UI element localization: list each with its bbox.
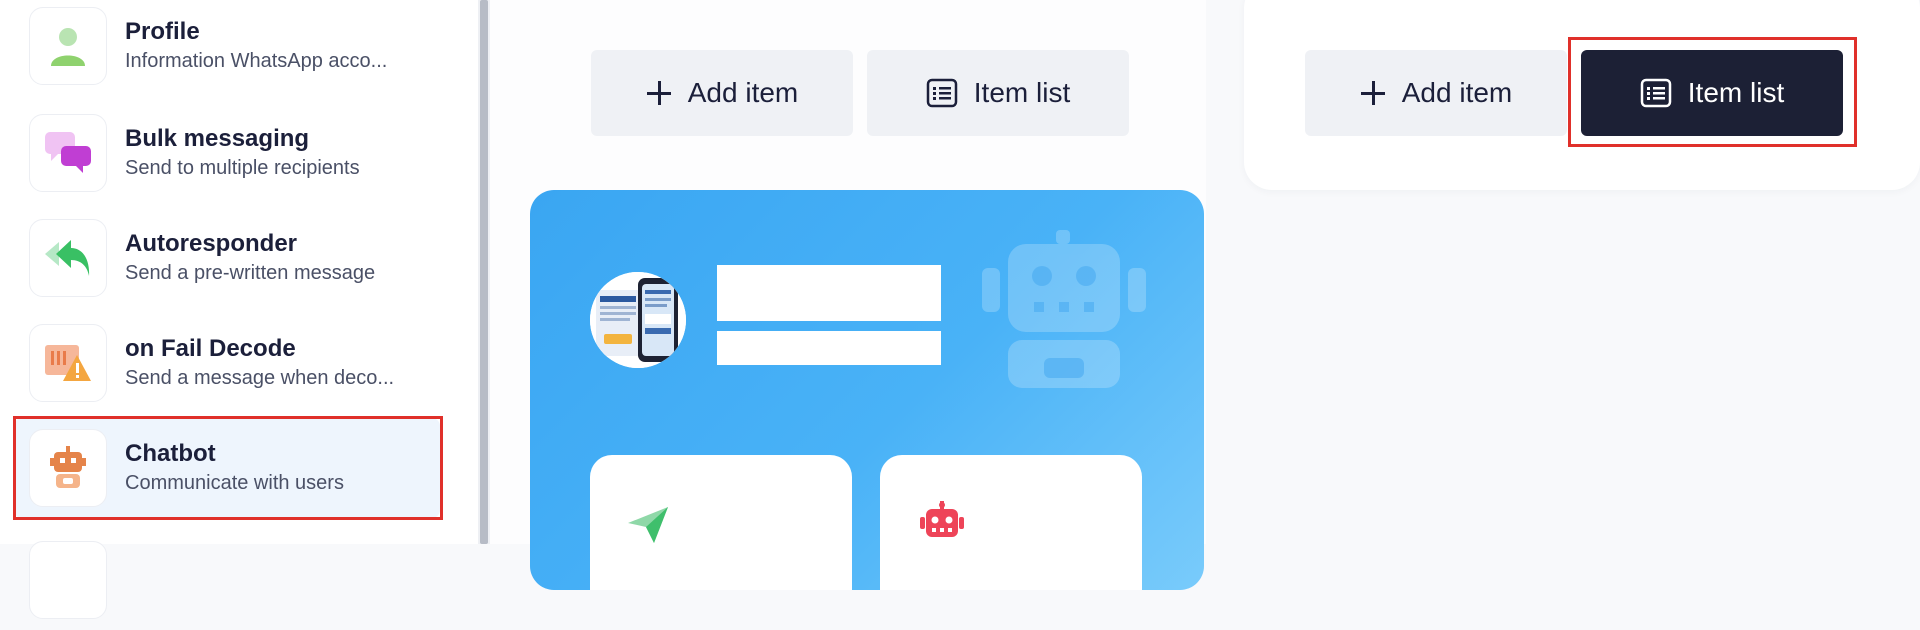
sidebar-item-bulk-messaging[interactable]: Bulk messaging Send to multiple recipien…: [14, 103, 440, 203]
reply-arrow-icon: [29, 219, 107, 297]
plus-icon: [646, 80, 672, 106]
sidebar-item-title: Chatbot: [125, 440, 216, 467]
sidebar-item-on-fail-decode[interactable]: on Fail Decode Send a message when deco.…: [14, 313, 440, 413]
sidebar-item-profile[interactable]: Profile Information WhatsApp acco...: [14, 0, 440, 96]
redacted-title-bar: [717, 265, 941, 321]
chatbot-card: [530, 190, 1204, 590]
add-item-button[interactable]: Add item: [591, 50, 853, 136]
sidebar-item-autoresponder[interactable]: Autoresponder Send a pre-written message: [14, 208, 440, 308]
sidebar-item-title: Bulk messaging: [125, 125, 310, 152]
sidebar-item-next[interactable]: [14, 530, 440, 630]
sidebar-item-subtitle: Send a pre-written message: [125, 262, 376, 284]
profile-icon: [29, 7, 107, 85]
robot-mini-card[interactable]: [880, 455, 1142, 590]
sidebar: Profile Information WhatsApp acco... Bul…: [0, 0, 479, 619]
add-item-button-right[interactable]: Add item: [1305, 50, 1567, 136]
menu-item-icon: [29, 541, 107, 619]
warning-icon: [29, 324, 107, 402]
redacted-subtitle-bar: [717, 331, 941, 365]
plus-icon: [1360, 80, 1386, 106]
item-list-label: Item list: [973, 77, 1071, 108]
sidebar-item-title: Autoresponder: [125, 230, 298, 257]
red-robot-icon: [920, 501, 964, 537]
robot-icon: [29, 429, 107, 507]
add-item-label: Add item: [1401, 77, 1513, 108]
sidebar-item-title: Profile: [125, 18, 200, 45]
chat-bubbles-icon: [29, 114, 107, 192]
list-icon: [926, 78, 958, 108]
scrollbar-thumb[interactable]: [480, 0, 488, 544]
list-icon: [1640, 78, 1672, 108]
item-list-button-right[interactable]: Item list: [1581, 50, 1843, 136]
product-image: [590, 272, 686, 368]
sidebar-item-subtitle: Communicate with users: [125, 472, 344, 494]
robot-watermark-icon: [982, 230, 1146, 388]
item-list-button[interactable]: Item list: [867, 50, 1129, 136]
add-item-label: Add item: [687, 77, 799, 108]
sidebar-item-title: on Fail Decode: [125, 335, 296, 362]
item-list-label: Item list: [1687, 77, 1785, 108]
sidebar-item-subtitle: Send to multiple recipients: [125, 157, 360, 179]
sidebar-item-chatbot[interactable]: Chatbot Communicate with users: [14, 418, 440, 518]
send-icon: [628, 507, 668, 543]
send-mini-card[interactable]: [590, 455, 852, 590]
sidebar-item-subtitle: Send a message when deco...: [125, 367, 395, 389]
sidebar-item-subtitle: Information WhatsApp acco...: [125, 50, 388, 72]
